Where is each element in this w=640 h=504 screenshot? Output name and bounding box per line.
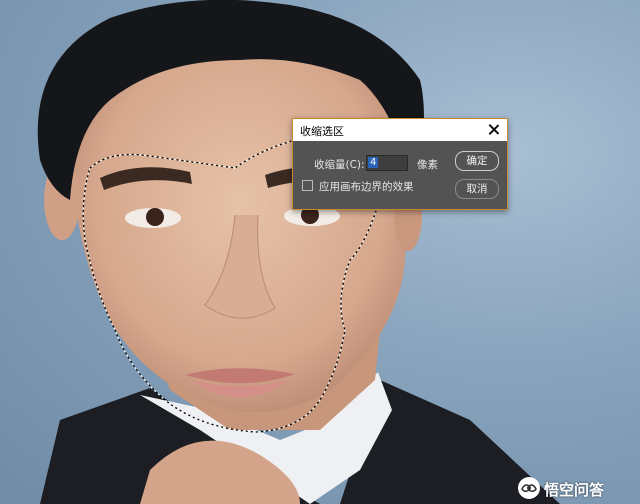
contract-amount-value[interactable]: 4 xyxy=(368,157,379,168)
wukong-logo-icon xyxy=(518,477,540,499)
apply-canvas-bounds-label[interactable]: 应用画布边界的效果 xyxy=(319,179,414,194)
unit-label: 像素 xyxy=(417,159,438,171)
ok-button[interactable]: 确定 xyxy=(455,151,499,171)
close-icon[interactable] xyxy=(485,121,503,139)
watermark-text: 悟空问答 xyxy=(544,481,605,499)
cancel-button[interactable]: 取消 xyxy=(455,179,499,199)
dialog-title: 收缩选区 xyxy=(300,125,344,138)
apply-canvas-bounds-checkbox[interactable] xyxy=(302,180,313,191)
dialog-titlebar[interactable]: 收缩选区 xyxy=(293,119,507,141)
portrait-image xyxy=(37,0,560,504)
contract-amount-label: 收缩量(C): xyxy=(314,159,365,171)
photo-canvas[interactable] xyxy=(0,0,640,504)
contract-amount-input[interactable]: 4 xyxy=(366,155,408,171)
contract-selection-dialog: 收缩选区 收缩量(C): 4 像素 应用画布边界的效果 确定 取消 xyxy=(292,118,508,210)
